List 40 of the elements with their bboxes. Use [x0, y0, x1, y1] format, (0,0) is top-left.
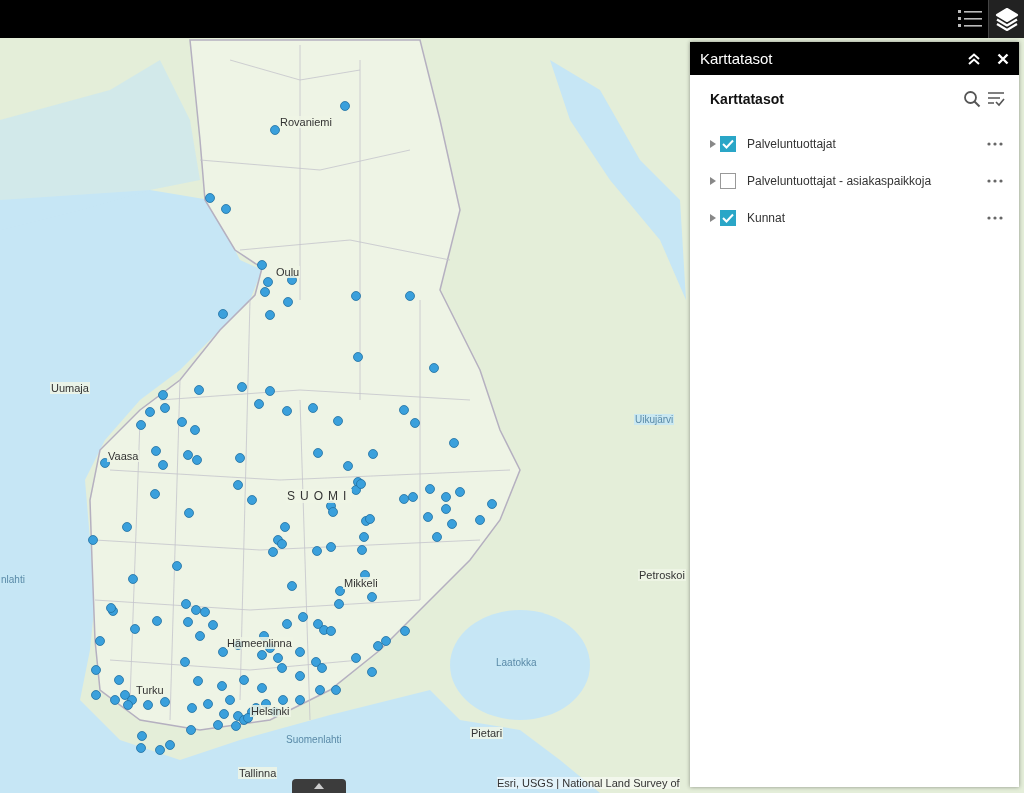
expand-caret-icon[interactable] — [710, 213, 716, 222]
city-label: Uumaja — [50, 382, 90, 394]
layer-list-heading: Karttatasot — [710, 91, 785, 107]
layers-icon — [994, 7, 1019, 31]
close-icon — [997, 52, 1009, 65]
city-label: Tallinna — [238, 767, 278, 779]
city-label: Hämeenlinna — [226, 637, 293, 649]
city-label: Rovaniemi — [279, 116, 333, 128]
expand-caret-icon[interactable] — [710, 139, 716, 148]
layer-name: Palveluntuottajat — [747, 136, 837, 151]
city-label: Pietari — [470, 727, 504, 739]
city-label: Oulu — [275, 266, 301, 278]
city-label: Petroskoi — [638, 569, 686, 581]
layers-button[interactable] — [988, 0, 1024, 38]
city-label: Vaasa — [107, 450, 140, 462]
water-label: Laatokka — [495, 657, 538, 668]
layer-checkbox[interactable] — [720, 135, 736, 152]
ellipsis-icon — [987, 178, 1003, 183]
layer-name: Palveluntuottajat - asiakaspaikkoja — [747, 173, 933, 188]
layer-checkbox[interactable] — [720, 172, 736, 189]
water-label: Uikujärvi — [634, 414, 675, 425]
map-attribution: Esri, USGS | National Land Survey of — [497, 777, 680, 789]
list-icon — [957, 8, 983, 30]
ellipsis-icon — [987, 215, 1003, 220]
panel-title: Karttatasot — [700, 50, 774, 67]
bottom-panel-toggle[interactable] — [292, 779, 346, 793]
filter-list-icon[interactable] — [987, 91, 1005, 107]
caret-icon — [314, 783, 324, 789]
country-label: SUOMI — [286, 489, 353, 503]
water-label: Suomenlahti — [285, 734, 343, 745]
expand-caret-icon[interactable] — [710, 176, 716, 185]
layer-checkbox[interactable] — [720, 209, 736, 226]
city-label: Mikkeli — [343, 577, 379, 589]
city-label: Turku — [135, 684, 165, 696]
ellipsis-icon — [987, 141, 1003, 146]
double-chevron-up-icon — [967, 52, 981, 65]
city-label: Helsinki — [250, 705, 291, 717]
search-icon[interactable] — [963, 90, 981, 108]
water-label: nlahti — [0, 574, 26, 585]
layer-name: Kunnat — [747, 210, 787, 225]
